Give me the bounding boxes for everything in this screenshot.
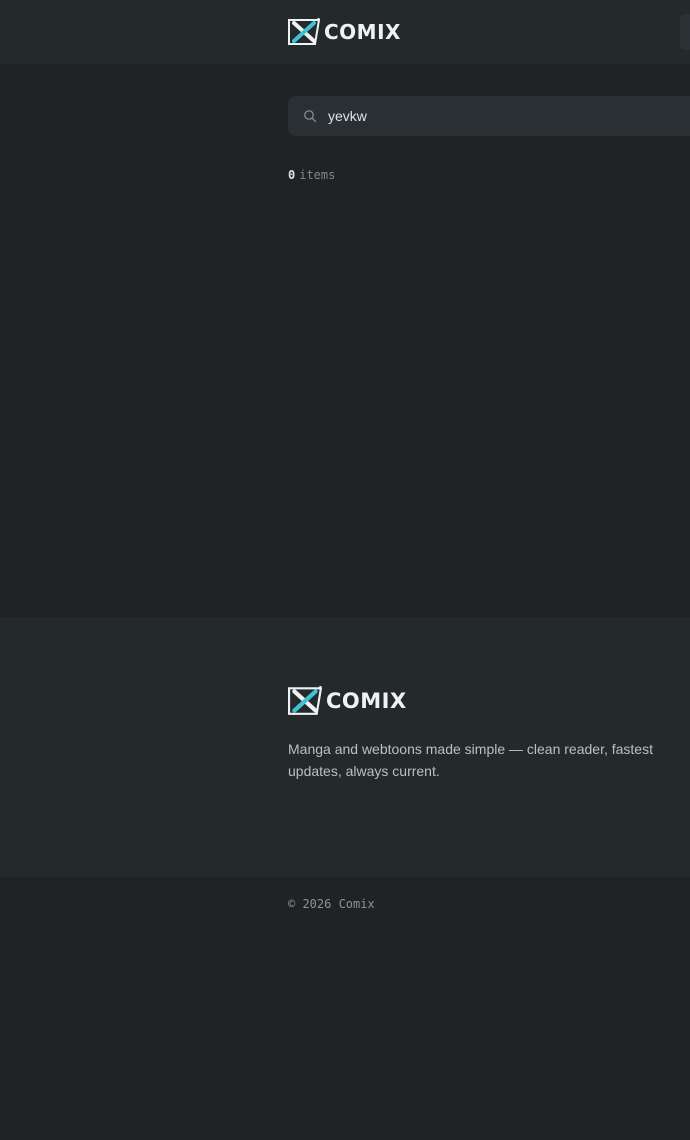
footer-brand-name: COMIX <box>326 689 407 713</box>
search-input[interactable] <box>328 96 688 136</box>
footer-logo[interactable]: COMIX <box>288 686 407 716</box>
results-count-label: items <box>299 168 336 182</box>
comix-x-icon <box>288 686 322 715</box>
copyright-text: © 2026 Comix <box>288 897 375 911</box>
header-menu-button[interactable] <box>680 14 690 50</box>
results-count: 0 items <box>288 166 335 184</box>
brand-name: COMIX <box>324 20 401 44</box>
site-footer: COMIX Manga and webtoons made simple — c… <box>0 617 690 877</box>
results-count-number: 0 <box>288 168 296 182</box>
search-icon <box>304 110 317 123</box>
comix-x-icon <box>288 18 320 45</box>
header-logo[interactable]: COMIX <box>288 18 401 46</box>
footer-tagline: Manga and webtoons made simple — clean r… <box>288 741 653 779</box>
search-bar[interactable] <box>288 96 690 136</box>
site-header: COMIX <box>0 0 690 64</box>
